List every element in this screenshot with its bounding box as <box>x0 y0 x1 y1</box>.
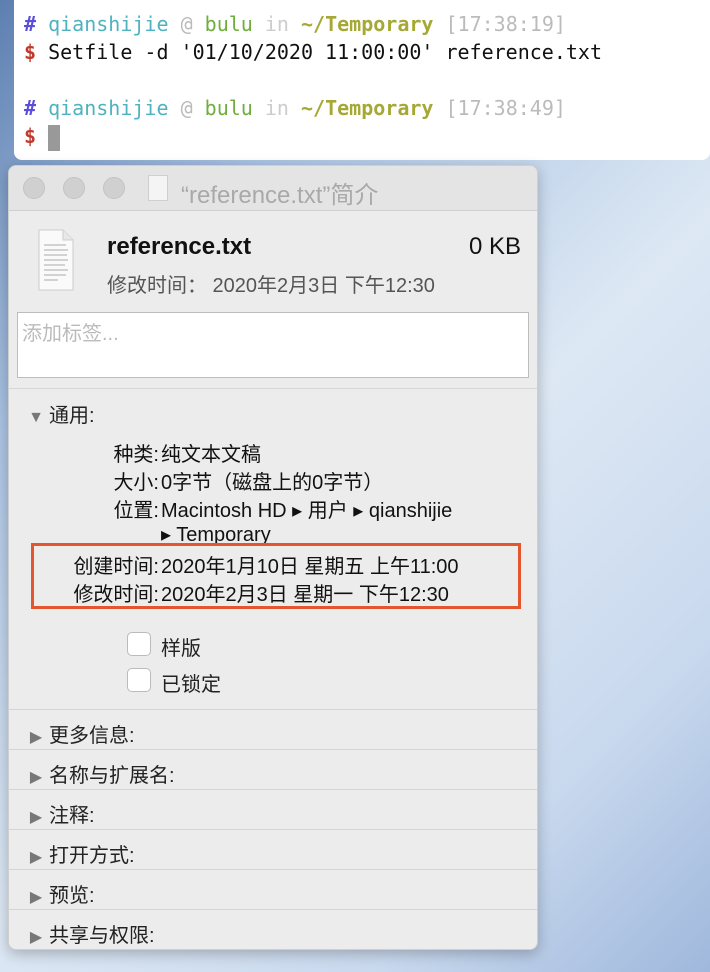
minimize-button[interactable] <box>63 177 85 199</box>
tags-input[interactable]: 添加标签... <box>17 312 529 378</box>
text-cursor <box>48 124 61 151</box>
prompt-host: bulu <box>204 96 253 120</box>
prompt-line: # qianshijie @ bulu in ~/Temporary [17:3… <box>24 94 710 122</box>
close-button[interactable] <box>23 177 45 199</box>
where-row: 位置: Macintosh HD ▸ 用户 ▸ qianshijie <box>9 494 537 522</box>
triangle-right-icon: ▶ <box>29 849 43 866</box>
prompt-time: [17:38:49] <box>445 96 566 120</box>
kind-value: 纯文本文稿 <box>161 444 261 466</box>
triangle-right-icon: ▶ <box>29 889 43 906</box>
text-file-icon <box>38 229 74 291</box>
triangle-right-icon: ▶ <box>29 809 43 826</box>
section-label: 名称与扩展名: <box>49 765 175 787</box>
section-label: 预览: <box>49 885 95 907</box>
file-name: reference.txt <box>107 233 252 260</box>
section-label: 更多信息: <box>49 725 135 747</box>
title-bar[interactable]: “reference.txt”简介 <box>9 166 537 211</box>
input-line[interactable]: $ <box>24 122 710 151</box>
locked-label: 已锁定 <box>161 674 221 696</box>
size-label: 大小: <box>113 472 159 494</box>
section-name-extension[interactable]: ▶ 名称与扩展名: <box>9 749 537 789</box>
stationery-checkbox[interactable] <box>127 632 151 656</box>
command-text: Setfile -d '01/10/2020 11:00:00' referen… <box>48 40 602 64</box>
prompt-dollar: $ <box>24 40 37 64</box>
general-label: 通用: <box>49 405 95 427</box>
size-row: 大小: 0字节（磁盘上的0字节） <box>9 466 537 494</box>
prompt-dollar: $ <box>24 124 37 148</box>
prompt-hash: # <box>24 96 37 120</box>
section-label: 共享与权限: <box>49 925 155 947</box>
triangle-right-icon: ▶ <box>29 769 43 786</box>
triangle-right-icon: ▶ <box>29 729 43 746</box>
prompt-in: in <box>264 12 289 36</box>
triangle-down-icon: ▼ <box>28 409 44 426</box>
stationery-label: 样版 <box>161 638 201 660</box>
general-toggle[interactable]: ▼ 通用: <box>9 389 537 428</box>
document-icon <box>148 175 168 201</box>
prompt-hash: # <box>24 12 37 36</box>
prompt-in: in <box>264 96 289 120</box>
highlight-box <box>31 543 521 609</box>
zoom-button[interactable] <box>103 177 125 199</box>
prompt-user: qianshijie <box>48 12 169 36</box>
prompt-at: @ <box>180 12 193 36</box>
section-preview[interactable]: ▶ 预览: <box>9 869 537 909</box>
modified-summary: 修改时间： 2020年2月3日 下午12:30 <box>107 275 435 297</box>
kind-label: 种类: <box>113 444 159 466</box>
section-more-info[interactable]: ▶ 更多信息: <box>9 709 537 749</box>
section-sharing-permissions[interactable]: ▶ 共享与权限: <box>9 909 537 949</box>
prompt-time: [17:38:19] <box>445 12 566 36</box>
window-title: “reference.txt”简介 <box>181 182 379 209</box>
prompt-dir: ~/Temporary <box>301 12 434 36</box>
section-label: 打开方式: <box>49 845 135 867</box>
triangle-right-icon: ▶ <box>29 929 43 946</box>
terminal[interactable]: # qianshijie @ bulu in ~/Temporary [17:3… <box>14 0 710 160</box>
where-value: Macintosh HD ▸ 用户 ▸ qianshijie <box>161 500 453 522</box>
prompt-dir: ~/Temporary <box>301 96 434 120</box>
section-label: 注释: <box>49 805 95 827</box>
locked-checkbox[interactable] <box>127 668 151 692</box>
prompt-line: # qianshijie @ bulu in ~/Temporary [17:3… <box>24 10 710 38</box>
prompt-host: bulu <box>204 12 253 36</box>
file-size: 0 KB <box>468 233 521 260</box>
size-value: 0字节（磁盘上的0字节） <box>161 472 384 494</box>
prompt-at: @ <box>180 96 193 120</box>
command-line: $ Setfile -d '01/10/2020 11:00:00' refer… <box>24 38 710 66</box>
where-label: 位置: <box>113 500 159 522</box>
section-comments[interactable]: ▶ 注释: <box>9 789 537 829</box>
prompt-user: qianshijie <box>48 96 169 120</box>
get-info-window: “reference.txt”简介 reference.txt 0 KB 修改时… <box>8 165 538 950</box>
file-header: reference.txt 0 KB 修改时间： 2020年2月3日 下午12:… <box>9 211 537 311</box>
kind-row: 种类: 纯文本文稿 <box>9 438 537 466</box>
section-open-with[interactable]: ▶ 打开方式: <box>9 829 537 869</box>
